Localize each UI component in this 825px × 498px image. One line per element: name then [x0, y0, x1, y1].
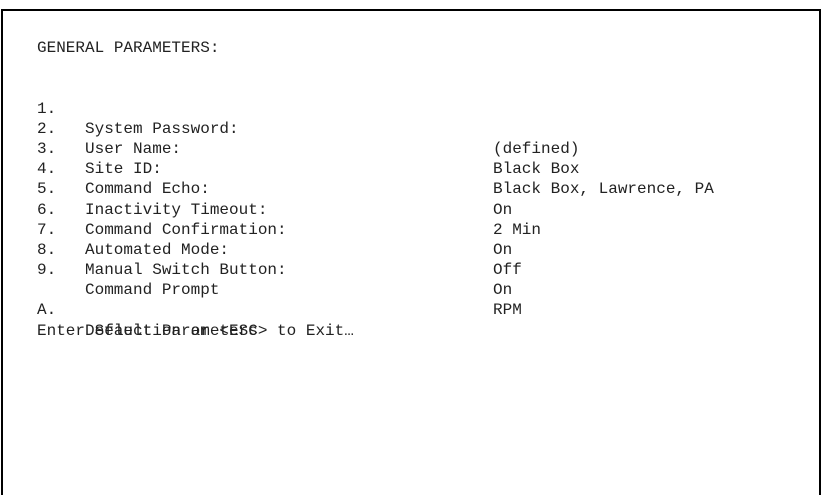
option-key: 9.: [37, 261, 57, 280]
option-value: On: [493, 200, 513, 219]
option-value: On: [493, 281, 513, 300]
menu-title: GENERAL PARAMETERS:: [37, 39, 220, 57]
option-site-id[interactable]: 3. Site ID: Black Box, Lawrence, PA: [37, 119, 714, 198]
option-label: Manual Switch Button:: [85, 261, 287, 280]
option-command-prompt[interactable]: 9. Command Prompt RPM: [37, 240, 522, 319]
option-inactivity-timeout[interactable]: 5. Inactivity Timeout: 2 Min: [37, 159, 541, 238]
option-automated-mode[interactable]: 7. Automated Mode: Off: [37, 200, 522, 279]
option-user-name[interactable]: 2. User Name: Black Box: [37, 99, 579, 178]
option-value: Black Box: [493, 160, 580, 179]
option-command-echo[interactable]: 4. Command Echo: On: [37, 139, 512, 218]
option-label: Default Parameters: [85, 321, 258, 340]
option-value: RPM: [493, 301, 522, 320]
option-value: (defined): [493, 139, 580, 158]
option-value: 2 Min: [493, 220, 542, 239]
option-system-password[interactable]: 1. System Password: (defined): [37, 78, 579, 158]
option-command-confirmation[interactable]: 6. Command Confirmation: On: [37, 179, 512, 259]
option-value: Black Box, Lawrence, PA: [493, 180, 714, 199]
terminal-screen: GENERAL PARAMETERS: 1. System Password: …: [37, 38, 714, 341]
option-key: A.: [37, 301, 57, 320]
option-default-parameters[interactable]: A. Default Parameters: [37, 280, 354, 339]
option-value: Off: [493, 261, 522, 280]
option-manual-switch-button[interactable]: 8. Manual Switch Button: On: [37, 220, 512, 299]
terminal-window: GENERAL PARAMETERS: 1. System Password: …: [1, 9, 821, 495]
option-value: On: [493, 240, 513, 259]
